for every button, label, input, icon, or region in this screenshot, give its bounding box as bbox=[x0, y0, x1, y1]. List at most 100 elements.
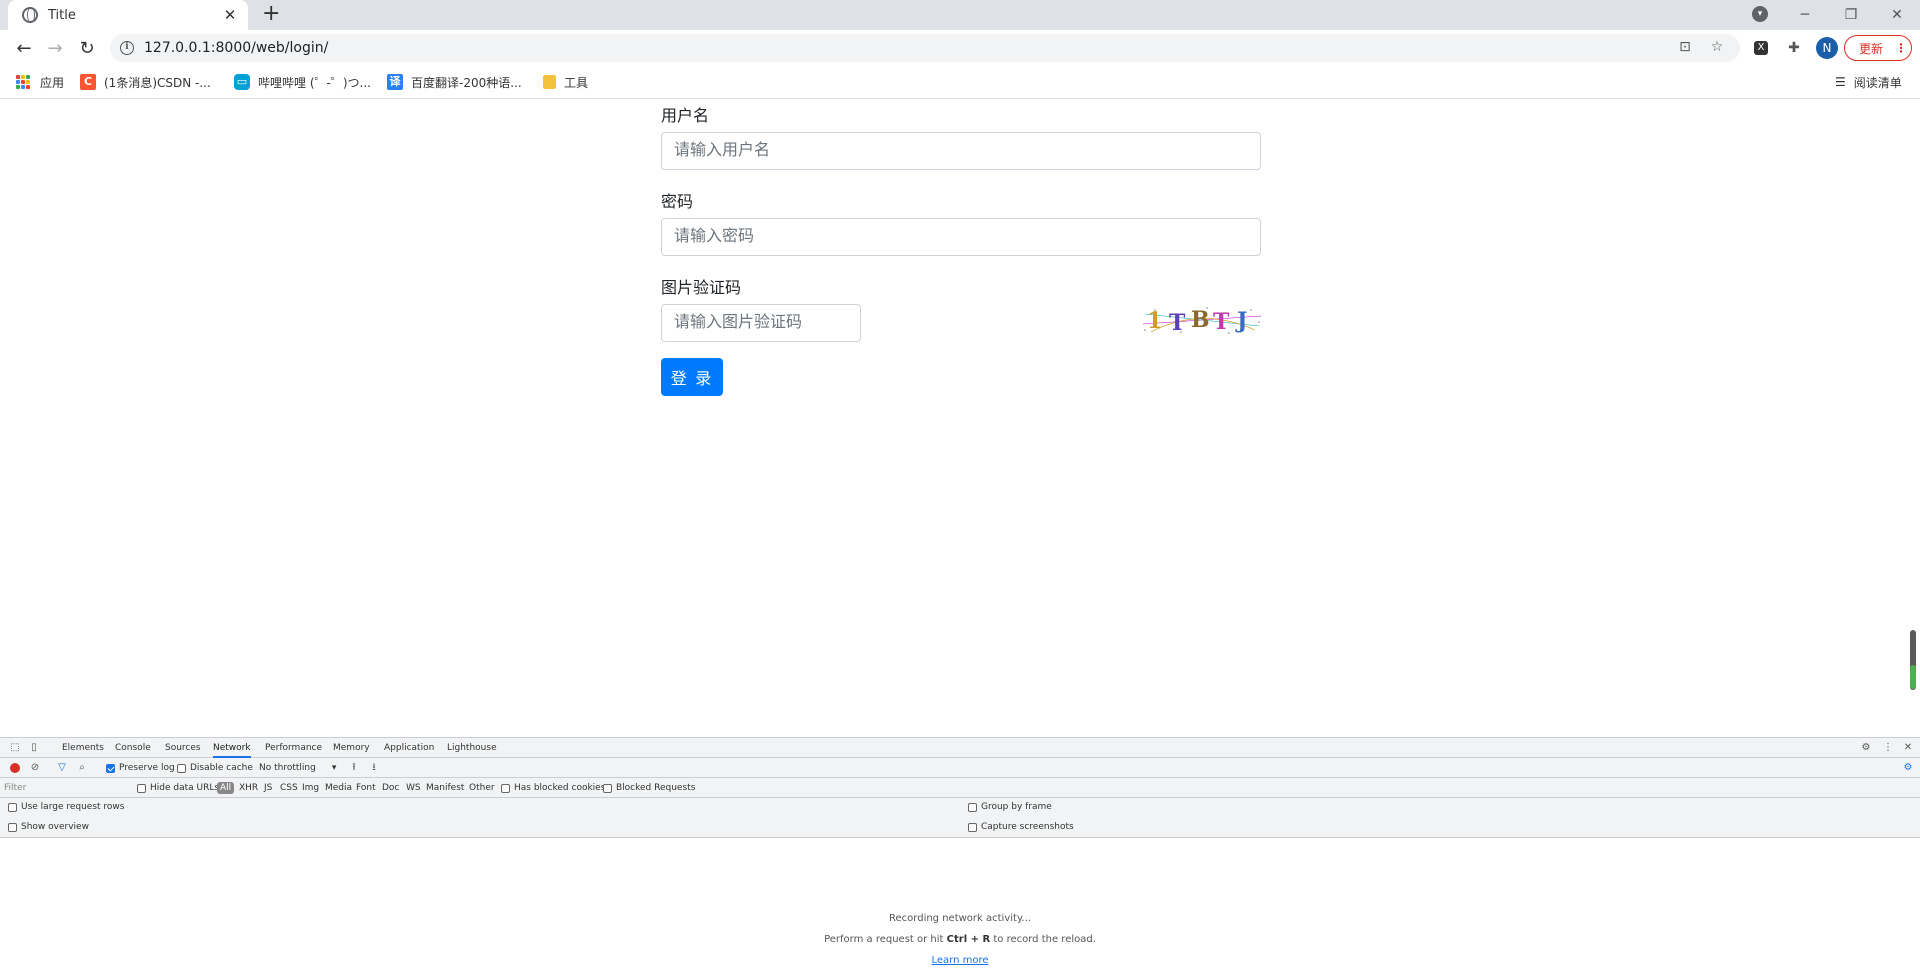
filter-input[interactable] bbox=[4, 781, 124, 795]
filter-other[interactable]: Other bbox=[469, 783, 495, 793]
avatar[interactable]: N bbox=[1816, 37, 1838, 59]
tab-lighthouse[interactable]: Lighthouse bbox=[447, 738, 497, 758]
disable-cache-checkbox[interactable]: Disable cache bbox=[177, 763, 253, 773]
address-bar[interactable]: i 127.0.0.1:8000/web/login/ ⊡ ☆ bbox=[110, 34, 1740, 62]
preserve-log-label: Preserve log bbox=[119, 763, 175, 773]
filter-manifest[interactable]: Manifest bbox=[426, 783, 464, 793]
filter-js[interactable]: JS bbox=[264, 783, 272, 793]
password-input[interactable] bbox=[661, 218, 1261, 256]
tab-memory[interactable]: Memory bbox=[333, 738, 370, 758]
device-toolbar-icon[interactable]: ▯ bbox=[28, 742, 40, 754]
tab-strip: Title ✕ + ▾ ─ ❐ ✕ bbox=[0, 0, 1920, 30]
filter-ws[interactable]: WS bbox=[406, 783, 421, 793]
clear-icon[interactable]: ⊘ bbox=[29, 762, 41, 774]
svg-text:J: J bbox=[1235, 308, 1247, 334]
capture-screenshots-checkbox[interactable]: Capture screenshots bbox=[968, 822, 1074, 832]
filter-media[interactable]: Media bbox=[325, 783, 352, 793]
reading-list-button[interactable]: ☰ 阅读清单 bbox=[1835, 72, 1902, 92]
captcha-input[interactable] bbox=[661, 304, 861, 342]
forward-button[interactable]: → bbox=[43, 36, 67, 60]
devtools-more-icon[interactable]: ⋮ bbox=[1882, 742, 1894, 754]
disable-cache-label: Disable cache bbox=[190, 763, 253, 773]
has-blocked-cookies-checkbox[interactable]: Has blocked cookies bbox=[501, 783, 605, 793]
svg-text:T: T bbox=[1169, 310, 1186, 336]
network-settings-icon[interactable]: ⚙ bbox=[1902, 762, 1914, 774]
show-overview-checkbox[interactable]: Show overview bbox=[8, 822, 89, 832]
filter-all[interactable]: All bbox=[217, 782, 235, 794]
bookmark-bilibili[interactable]: ▭ 哔哩哔哩 (゜-゜)つ... bbox=[234, 72, 371, 92]
tab-console[interactable]: Console bbox=[115, 738, 151, 758]
bookmark-star-icon[interactable]: ☆ bbox=[1708, 39, 1726, 57]
filter-img[interactable]: Img bbox=[302, 783, 319, 793]
translate-icon[interactable]: ⊡ bbox=[1676, 39, 1694, 57]
svg-text:T: T bbox=[1213, 309, 1230, 335]
bookmark-label: (1条消息)CSDN -... bbox=[104, 75, 211, 90]
network-settings-pane: Use large request rows Group by frame Sh… bbox=[0, 798, 1920, 838]
browser-tab[interactable]: Title ✕ bbox=[8, 0, 248, 30]
login-button[interactable]: 登 录 bbox=[661, 358, 723, 396]
reload-button[interactable]: ↻ bbox=[75, 36, 99, 60]
bookmarks-bar: 应用 C (1条消息)CSDN -... ▭ 哔哩哔哩 (゜-゜)つ... 译 … bbox=[0, 66, 1920, 99]
filter-xhr[interactable]: XHR bbox=[239, 783, 258, 793]
new-tab-button[interactable]: + bbox=[262, 2, 280, 26]
back-button[interactable]: ← bbox=[12, 36, 36, 60]
captcha-label: 图片验证码 bbox=[661, 280, 742, 297]
devtools-settings-icon[interactable]: ⚙ bbox=[1860, 742, 1872, 754]
extensions-puzzle-icon[interactable]: ✚ bbox=[1785, 39, 1803, 57]
menu-dots-icon: ⋮ bbox=[1895, 41, 1908, 55]
tab-elements[interactable]: Elements bbox=[62, 738, 104, 758]
large-rows-checkbox[interactable]: Use large request rows bbox=[8, 802, 124, 812]
filter-icon[interactable]: ▽ bbox=[56, 762, 68, 774]
bookmark-csdn[interactable]: C (1条消息)CSDN -... bbox=[80, 72, 211, 92]
close-window-button[interactable]: ✕ bbox=[1874, 0, 1920, 30]
hide-data-urls-checkbox[interactable]: Hide data URLs bbox=[137, 783, 219, 793]
bookmark-baidu-translate[interactable]: 译 百度翻译-200种语... bbox=[387, 72, 522, 92]
devtools-panel: ⬚ ▯ Elements Console Sources Network Per… bbox=[0, 737, 1920, 977]
devtools-close-icon[interactable]: ✕ bbox=[1902, 742, 1914, 754]
scrollbar-marker bbox=[1910, 665, 1916, 689]
tab-application[interactable]: Application bbox=[384, 738, 434, 758]
site-info-icon[interactable]: i bbox=[120, 41, 134, 55]
bilibili-icon: ▭ bbox=[234, 74, 250, 90]
extension-x-icon[interactable]: X bbox=[1754, 41, 1768, 55]
throttling-select[interactable]: No throttling ▾ bbox=[259, 763, 336, 773]
filter-doc[interactable]: Doc bbox=[382, 783, 399, 793]
record-icon[interactable] bbox=[10, 763, 20, 773]
chevron-down-icon: ▾ bbox=[331, 763, 337, 773]
tab-sources[interactable]: Sources bbox=[165, 738, 201, 758]
search-icon[interactable]: ⌕ bbox=[76, 762, 88, 774]
preserve-log-checkbox[interactable]: Preserve log bbox=[106, 763, 175, 773]
group-by-frame-checkbox[interactable]: Group by frame bbox=[968, 802, 1052, 812]
minimize-button[interactable]: ─ bbox=[1782, 0, 1828, 30]
bookmark-folder-tools[interactable]: 工具 bbox=[543, 72, 588, 92]
bookmark-label: 百度翻译-200种语... bbox=[411, 75, 522, 90]
username-input[interactable] bbox=[661, 132, 1261, 170]
perform-request-message: Perform a request or hit Ctrl + R to rec… bbox=[824, 934, 1096, 945]
baidu-translate-icon: 译 bbox=[387, 74, 403, 90]
close-tab-icon[interactable]: ✕ bbox=[222, 6, 238, 24]
bookmark-label: 哔哩哔哩 (゜-゜)つ... bbox=[258, 75, 371, 90]
blocked-requests-checkbox[interactable]: Blocked Requests bbox=[603, 783, 695, 793]
bookmark-label: 工具 bbox=[564, 75, 589, 90]
tab-search-icon[interactable]: ▾ bbox=[1752, 6, 1768, 22]
bookmark-apps[interactable]: 应用 bbox=[16, 72, 64, 92]
update-button[interactable]: 更新 ⋮ bbox=[1844, 35, 1912, 61]
captcha-image[interactable]: 1 T B T J bbox=[1141, 302, 1263, 336]
recording-message: Recording network activity... bbox=[889, 913, 1031, 924]
devtools-tab-bar: ⬚ ▯ Elements Console Sources Network Per… bbox=[0, 738, 1920, 758]
tab-performance[interactable]: Performance bbox=[265, 738, 322, 758]
network-toolbar: ⊘ ▽ ⌕ Preserve log Disable cache No thro… bbox=[0, 758, 1920, 778]
url-text[interactable]: 127.0.0.1:8000/web/login/ bbox=[144, 40, 1676, 56]
filter-css[interactable]: CSS bbox=[280, 783, 298, 793]
learn-more-row: Learn more bbox=[0, 955, 1920, 966]
tab-network[interactable]: Network bbox=[213, 738, 251, 758]
filter-font[interactable]: Font bbox=[356, 783, 376, 793]
username-label: 用户名 bbox=[661, 108, 710, 125]
page-content: 用户名 密码 图片验证码 1 T B T J bbox=[0, 100, 1920, 737]
learn-more-link[interactable]: Learn more bbox=[931, 955, 988, 966]
filter-bar: Hide data URLs All XHR JS CSS Img Media … bbox=[0, 778, 1920, 798]
import-har-icon[interactable]: ⭱ bbox=[348, 762, 360, 774]
restore-button[interactable]: ❐ bbox=[1828, 0, 1874, 30]
inspect-element-icon[interactable]: ⬚ bbox=[9, 742, 21, 754]
export-har-icon[interactable]: ⭳ bbox=[368, 762, 380, 774]
